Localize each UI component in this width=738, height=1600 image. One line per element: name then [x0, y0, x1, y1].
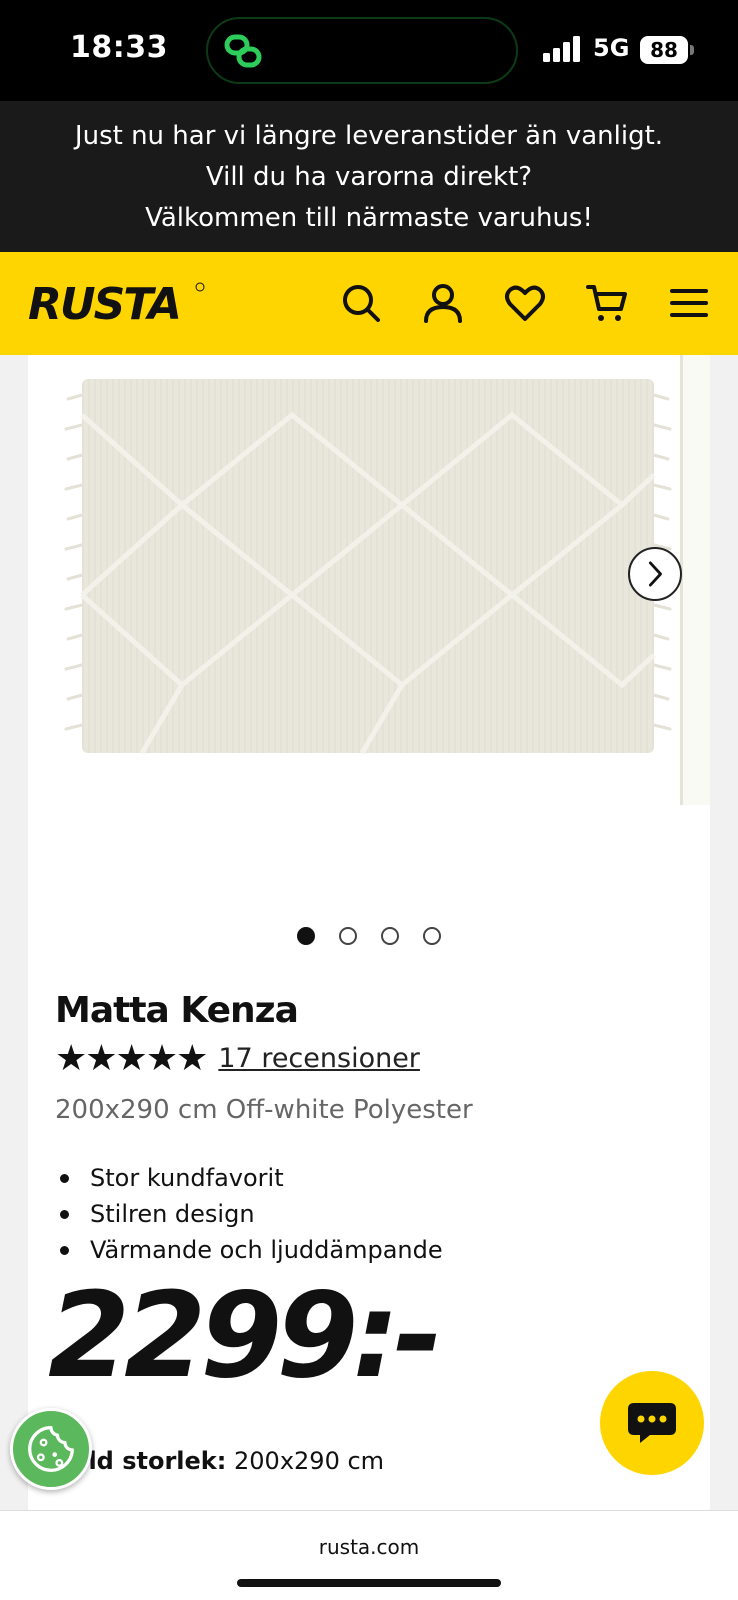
selected-size: Vald storlek: 200x290 cm [55, 1447, 384, 1475]
product-image-rug[interactable] [62, 375, 674, 765]
browser-url-bar: rusta.com [0, 1510, 738, 1600]
cart-icon[interactable] [586, 282, 628, 324]
product-card: Matta Kenza ★★★★★ 17 recensioner 200x290… [28, 355, 710, 1510]
notice-line: Vill du ha varorna direkt? [205, 162, 533, 192]
notice-banner: Just nu har vi längre leveranstider än v… [0, 101, 738, 252]
product-subtitle: 200x290 cm Off-white Polyester [55, 1095, 473, 1125]
url-text[interactable]: rusta.com [0, 1535, 738, 1559]
next-image-preview [680, 355, 710, 805]
home-indicator [237, 1579, 501, 1587]
gallery-dot-2[interactable] [339, 926, 357, 945]
feature-list: Stor kundfavorit Stilren design Värmande… [55, 1160, 443, 1268]
chat-button[interactable] [600, 1371, 704, 1475]
gallery-dot-3[interactable] [381, 926, 399, 945]
cookie-settings-button[interactable] [10, 1408, 92, 1490]
product-rating: ★★★★★ 17 recensioner [55, 1037, 420, 1079]
account-icon[interactable] [422, 282, 464, 324]
next-image-button[interactable] [628, 547, 682, 601]
battery-level: 88 [640, 36, 688, 64]
site-header: RUSTA [0, 252, 738, 355]
heart-icon[interactable] [504, 282, 546, 324]
product-price: 2299:- [48, 1266, 443, 1404]
signal-icon [543, 36, 580, 62]
rusta-logo[interactable]: RUSTA [28, 278, 208, 328]
star-rating-icon: ★★★★★ [55, 1037, 208, 1079]
reviews-link[interactable]: 17 recensioner [218, 1043, 420, 1074]
battery-icon: 88 [640, 36, 694, 64]
menu-icon[interactable] [668, 282, 710, 324]
search-icon[interactable] [340, 282, 382, 324]
network-type: 5G [593, 34, 630, 62]
selected-size-value: 200x290 cm [234, 1447, 385, 1475]
svg-text:RUSTA: RUSTA [28, 279, 180, 328]
status-bar: 18:33 5G 88 [0, 0, 738, 101]
feature-item: Stilren design [55, 1196, 443, 1232]
status-time: 18:33 [70, 30, 168, 65]
feature-item: Värmande och ljuddämpande [55, 1232, 443, 1268]
feature-item: Stor kundfavorit [55, 1160, 443, 1196]
gallery-dot-4[interactable] [423, 926, 441, 945]
product-title: Matta Kenza [55, 990, 299, 1031]
link-icon [224, 34, 262, 68]
notice-line: Välkommen till närmaste varuhus! [145, 203, 593, 233]
gallery-dot-1[interactable] [297, 926, 315, 945]
dynamic-island [206, 17, 518, 84]
gallery-pagination [28, 925, 710, 949]
notice-line: Just nu har vi längre leveranstider än v… [74, 121, 664, 151]
